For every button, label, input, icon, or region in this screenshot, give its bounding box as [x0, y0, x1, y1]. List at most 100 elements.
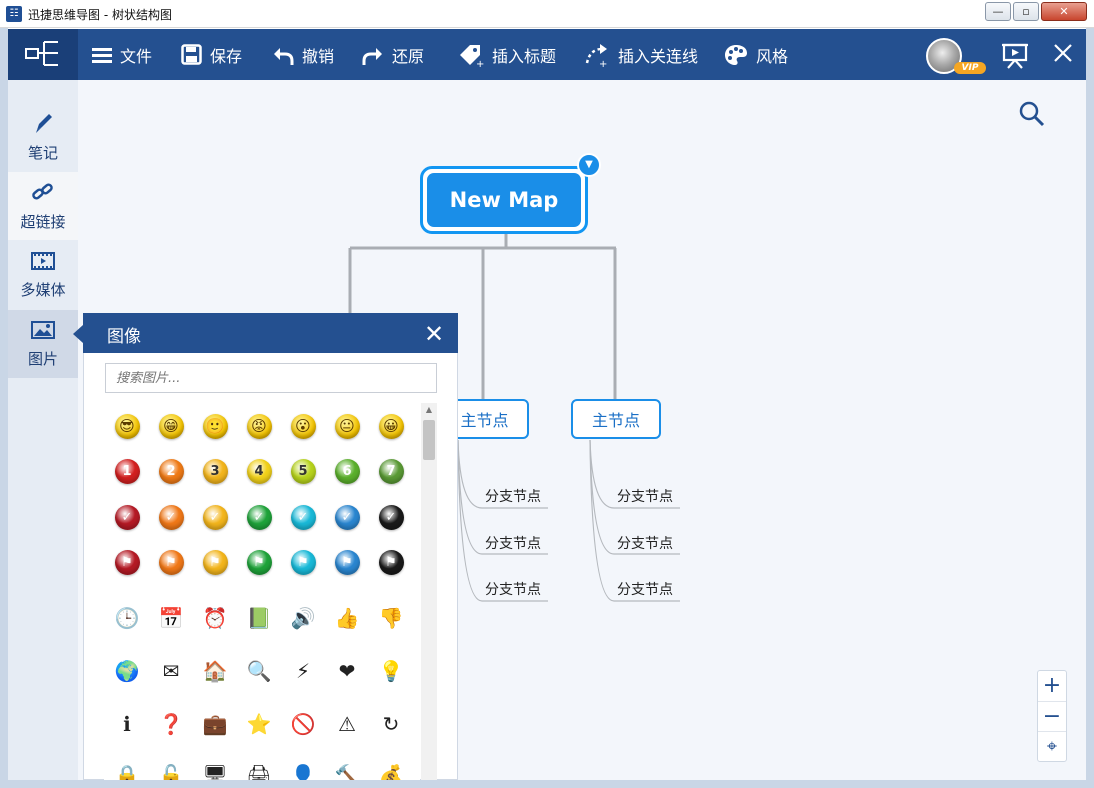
scrollbar-thumb[interactable] — [423, 420, 435, 460]
tree-structure-icon — [25, 41, 58, 66]
branch-node[interactable]: 分支节点 — [485, 486, 541, 506]
image-grid-item[interactable]: 😎 — [105, 404, 149, 448]
image-grid-item[interactable]: 6 — [325, 449, 369, 493]
image-grid-item[interactable]: ✓ — [237, 495, 281, 539]
image-grid-item[interactable]: ℹ — [105, 702, 149, 746]
emoji-face-icon: 😎 — [114, 413, 140, 439]
image-grid-item[interactable]: 🔒 — [105, 753, 149, 780]
image-grid-item[interactable]: ⏰ — [193, 596, 237, 640]
toolbar-undo[interactable]: 撤销 — [272, 29, 334, 80]
image-grid-item[interactable]: 3 — [193, 449, 237, 493]
toolbar-redo[interactable]: 还原 — [362, 29, 424, 80]
clipart-icon: 🖨 — [246, 763, 272, 780]
main-node[interactable]: 主节点 — [571, 399, 661, 439]
image-grid-item[interactable]: 💡 — [369, 649, 413, 693]
toolbar-file[interactable]: 文件 — [92, 29, 152, 80]
image-grid-item[interactable]: 💰 — [369, 753, 413, 780]
toolbar-insert-title[interactable]: + 插入标题 — [458, 29, 556, 80]
image-grid-item[interactable]: ✓ — [105, 495, 149, 539]
image-search-input[interactable] — [105, 363, 437, 393]
image-grid-item[interactable]: ⚠ — [325, 702, 369, 746]
branch-node[interactable]: 分支节点 — [617, 533, 673, 553]
image-grid-item[interactable]: 😐 — [325, 404, 369, 448]
maximize-button[interactable]: ▫ — [1013, 2, 1039, 21]
central-topic[interactable]: New Map — [420, 166, 588, 234]
image-grid-item[interactable]: ✓ — [193, 495, 237, 539]
image-grid-item[interactable]: 😮 — [281, 404, 325, 448]
image-grid-item[interactable]: 🖨 — [237, 753, 281, 780]
image-grid-item[interactable]: 😁 — [149, 404, 193, 448]
image-grid-item[interactable]: 🏠 — [193, 649, 237, 693]
image-icon — [31, 320, 55, 344]
image-grid-item[interactable]: 7 — [369, 449, 413, 493]
image-panel-close-button[interactable]: ✕ — [424, 320, 444, 348]
close-map-button[interactable] — [1052, 42, 1074, 68]
branch-node[interactable]: 分支节点 — [485, 533, 541, 553]
flag-icon: ⚑ — [378, 549, 404, 575]
sidebar-item-hyperlink[interactable]: 超链接 — [8, 172, 78, 240]
close-window-button[interactable]: ✕ — [1041, 2, 1087, 21]
image-grid-item[interactable]: 4 — [237, 449, 281, 493]
canvas-search-button[interactable] — [1018, 100, 1046, 132]
image-grid-item[interactable]: ✓ — [325, 495, 369, 539]
image-grid-item[interactable]: ❤ — [325, 649, 369, 693]
image-grid-item[interactable]: ⚑ — [237, 540, 281, 584]
image-grid-item[interactable]: 🚫 — [281, 702, 325, 746]
clipart-icon: 🔓 — [158, 763, 184, 780]
toolbar-insert-connector[interactable]: + 插入关连线 — [584, 29, 698, 80]
vip-badge: VIP — [954, 62, 986, 74]
sidebar-item-image[interactable]: 图片 — [8, 310, 78, 378]
image-grid-item[interactable]: ⚑ — [369, 540, 413, 584]
image-grid-item[interactable]: 😡 — [237, 404, 281, 448]
image-grid-item[interactable]: ✉ — [149, 649, 193, 693]
image-grid-item[interactable]: 🔓 — [149, 753, 193, 780]
image-grid-item[interactable]: 👤 — [281, 753, 325, 780]
sidebar-item-multimedia[interactable]: 多媒体 — [8, 241, 78, 309]
sidebar-item-notes[interactable]: 笔记 — [8, 103, 78, 171]
image-grid-item[interactable]: 💼 — [193, 702, 237, 746]
flag-icon: ⚑ — [290, 549, 316, 575]
image-grid-item[interactable]: ✓ — [149, 495, 193, 539]
presentation-button[interactable] — [1000, 40, 1030, 74]
toolbar-style[interactable]: 风格 — [724, 29, 788, 80]
image-grid-item[interactable]: 🌍 — [105, 649, 149, 693]
image-grid-item[interactable]: 🖥 — [193, 753, 237, 780]
image-grid-item[interactable]: ⭐ — [237, 702, 281, 746]
zoom-out-button[interactable]: − — [1038, 701, 1066, 731]
topic-menu-toggle[interactable]: ▼ — [577, 153, 601, 177]
image-grid-item[interactable]: 2 — [149, 449, 193, 493]
image-grid-item[interactable]: 📗 — [237, 596, 281, 640]
image-grid-item[interactable]: ⚡ — [281, 649, 325, 693]
branch-node[interactable]: 分支节点 — [617, 486, 673, 506]
image-grid-item[interactable]: 📅 — [149, 596, 193, 640]
scroll-up-arrow[interactable]: ▲ — [421, 403, 437, 417]
locate-center-button[interactable]: ⌖ — [1038, 731, 1066, 761]
image-grid-item[interactable]: ✓ — [369, 495, 413, 539]
branch-node[interactable]: 分支节点 — [485, 579, 541, 599]
image-grid-item[interactable]: 5 — [281, 449, 325, 493]
image-grid-item[interactable]: 🔨 — [325, 753, 369, 780]
image-grid-item[interactable]: ⚑ — [193, 540, 237, 584]
image-grid-item[interactable]: ✓ — [281, 495, 325, 539]
structure-logo[interactable] — [8, 29, 78, 80]
image-grid-item[interactable]: ⚑ — [325, 540, 369, 584]
image-grid-item[interactable]: 🔍 — [237, 649, 281, 693]
image-grid-item[interactable]: 😀 — [369, 404, 413, 448]
image-grid-item[interactable]: ↻ — [369, 702, 413, 746]
toolbar-save[interactable]: 保存 — [181, 29, 242, 80]
minimize-button[interactable]: — — [985, 2, 1011, 21]
image-grid-item[interactable]: ⚑ — [149, 540, 193, 584]
image-grid-item[interactable]: ⚑ — [105, 540, 149, 584]
clipart-icon: 🔒 — [114, 763, 140, 780]
image-grid-item[interactable]: 👍 — [325, 596, 369, 640]
image-grid-item[interactable]: ❓ — [149, 702, 193, 746]
image-grid-item[interactable]: 🕒 — [105, 596, 149, 640]
image-grid-item[interactable]: ⚑ — [281, 540, 325, 584]
image-grid-item[interactable]: 👎 — [369, 596, 413, 640]
image-grid-item[interactable]: 🙂 — [193, 404, 237, 448]
image-grid-item[interactable]: 1 — [105, 449, 149, 493]
image-grid: 😎 😁 🙂 😡 😮 😐 😀 1 2 3 4 5 6 7 ✓ ✓ ✓ ✓ ✓ ✓ ✓ ⚑ ⚑ ⚑ ⚑ ⚑ ⚑ ⚑ 🕒 📅 ⏰ 📗 🔊 👍 👎 🌍 ✉ 🏠 🔍 ⚡… — [104, 403, 420, 780]
branch-node[interactable]: 分支节点 — [617, 579, 673, 599]
zoom-in-button[interactable]: + — [1038, 671, 1066, 701]
image-grid-item[interactable]: 🔊 — [281, 596, 325, 640]
